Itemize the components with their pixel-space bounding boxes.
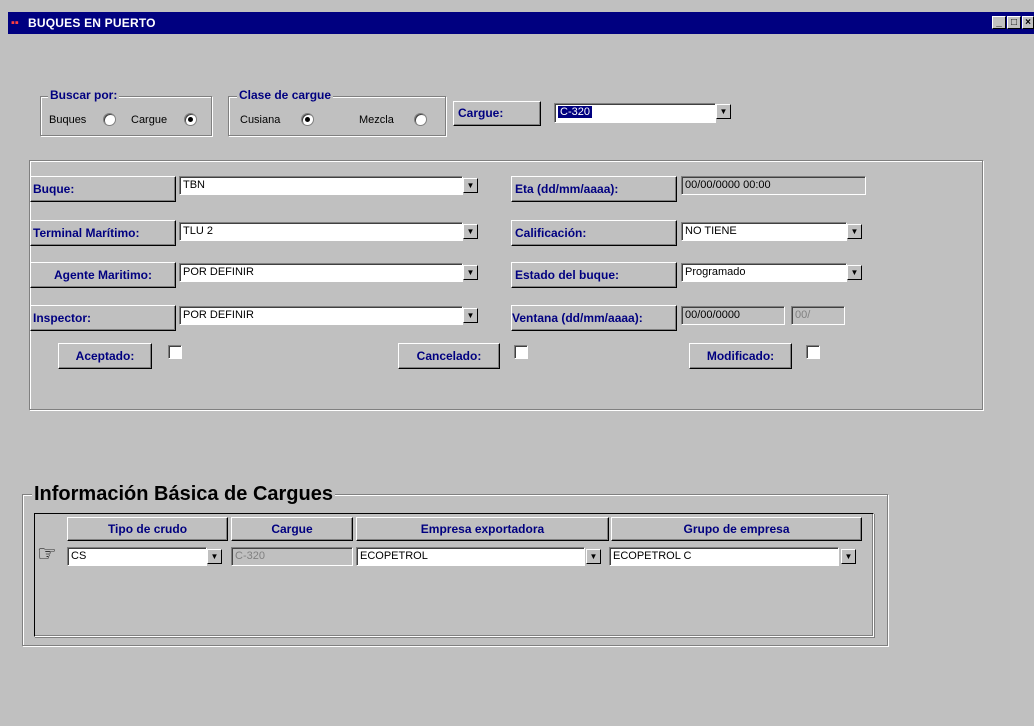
header-cargue[interactable]: Cargue: [231, 517, 353, 541]
empresa-dropdown-icon[interactable]: ▼: [586, 549, 601, 564]
eta-field[interactable]: 00/00/0000 00:00: [681, 176, 866, 195]
row-empresa-select[interactable]: ECOPETROL: [356, 547, 585, 566]
app-icon: ▪▪: [11, 17, 19, 29]
buque-label-button[interactable]: Buque:: [30, 176, 176, 202]
aceptado-checkbox[interactable]: [168, 345, 182, 359]
radio-cusiana[interactable]: [301, 113, 314, 126]
maximize-button[interactable]: □: [1007, 16, 1021, 29]
cancelado-label-button[interactable]: Cancelado:: [398, 343, 500, 369]
header-grupo-empresa[interactable]: Grupo de empresa: [611, 517, 862, 541]
modificado-label-button[interactable]: Modificado:: [689, 343, 792, 369]
estado-dropdown-icon[interactable]: ▼: [847, 265, 862, 280]
radio-buques-label: Buques: [49, 114, 87, 126]
current-record-pointer-icon: ☞: [37, 541, 57, 566]
radio-mezcla[interactable]: [414, 113, 427, 126]
ventana-date-field[interactable]: 00/00/0000: [681, 306, 785, 325]
calificacion-dropdown-icon[interactable]: ▼: [847, 224, 862, 239]
calificacion-label-button[interactable]: Calificación:: [511, 220, 677, 246]
agente-select[interactable]: POR DEFINIR: [179, 263, 463, 282]
title-bar: ▪▪ BUQUES EN PUERTO _ □ ×: [8, 12, 1034, 34]
inspector-select[interactable]: POR DEFINIR: [179, 306, 463, 325]
aceptado-label-button[interactable]: Aceptado:: [58, 343, 152, 369]
minimize-button[interactable]: _: [992, 16, 1006, 29]
cargue-select-value: C-320: [558, 106, 592, 118]
ventana-time-field[interactable]: 00/: [791, 306, 845, 325]
radio-buques[interactable]: [103, 113, 116, 126]
terminal-label-button[interactable]: Terminal Marítimo:: [30, 220, 176, 246]
window-title: BUQUES EN PUERTO: [28, 16, 156, 30]
radio-mezcla-label: Mezcla: [359, 114, 394, 126]
radio-cusiana-label: Cusiana: [240, 114, 281, 126]
inspector-label-button[interactable]: Inspector:: [30, 305, 176, 331]
radio-cargue[interactable]: [184, 113, 197, 126]
buque-dropdown-icon[interactable]: ▼: [463, 178, 478, 193]
terminal-select[interactable]: TLU 2: [179, 222, 463, 241]
tipo-crudo-dropdown-icon[interactable]: ▼: [207, 549, 222, 564]
row-grupo-select[interactable]: ECOPETROL C: [609, 547, 839, 566]
radio-cargue-label: Cargue: [131, 114, 168, 126]
close-button[interactable]: ×: [1022, 16, 1034, 29]
estado-select[interactable]: Programado: [681, 263, 847, 282]
row-cargue-field[interactable]: C-320: [231, 547, 353, 566]
modificado-checkbox[interactable]: [806, 345, 820, 359]
estado-label-button[interactable]: Estado del buque:: [511, 262, 677, 288]
buque-select[interactable]: TBN: [179, 176, 463, 195]
buscar-legend: Buscar por:: [48, 88, 120, 102]
cargue-button[interactable]: Cargue:: [453, 101, 541, 126]
cancelado-checkbox[interactable]: [514, 345, 528, 359]
eta-label-button[interactable]: Eta (dd/mm/aaaa):: [511, 176, 677, 202]
agente-dropdown-icon[interactable]: ▼: [463, 265, 478, 280]
agente-label-button[interactable]: Agente Maritimo:: [30, 262, 176, 288]
ventana-label-button[interactable]: Ventana (dd/mm/aaaa):: [511, 305, 677, 331]
calificacion-select[interactable]: NO TIENE: [681, 222, 847, 241]
clase-legend: Clase de cargue: [237, 88, 334, 102]
grupo-dropdown-icon[interactable]: ▼: [841, 549, 856, 564]
cargue-select[interactable]: C-320: [554, 103, 716, 123]
inspector-dropdown-icon[interactable]: ▼: [463, 308, 478, 323]
terminal-dropdown-icon[interactable]: ▼: [463, 224, 478, 239]
info-cargues-title: Información Básica de Cargues: [32, 482, 335, 506]
cargue-dropdown-icon[interactable]: ▼: [716, 104, 731, 119]
header-tipo-crudo[interactable]: Tipo de crudo: [67, 517, 228, 541]
row-tipo-crudo-select[interactable]: CS: [67, 547, 207, 566]
header-empresa-exportadora[interactable]: Empresa exportadora: [356, 517, 609, 541]
